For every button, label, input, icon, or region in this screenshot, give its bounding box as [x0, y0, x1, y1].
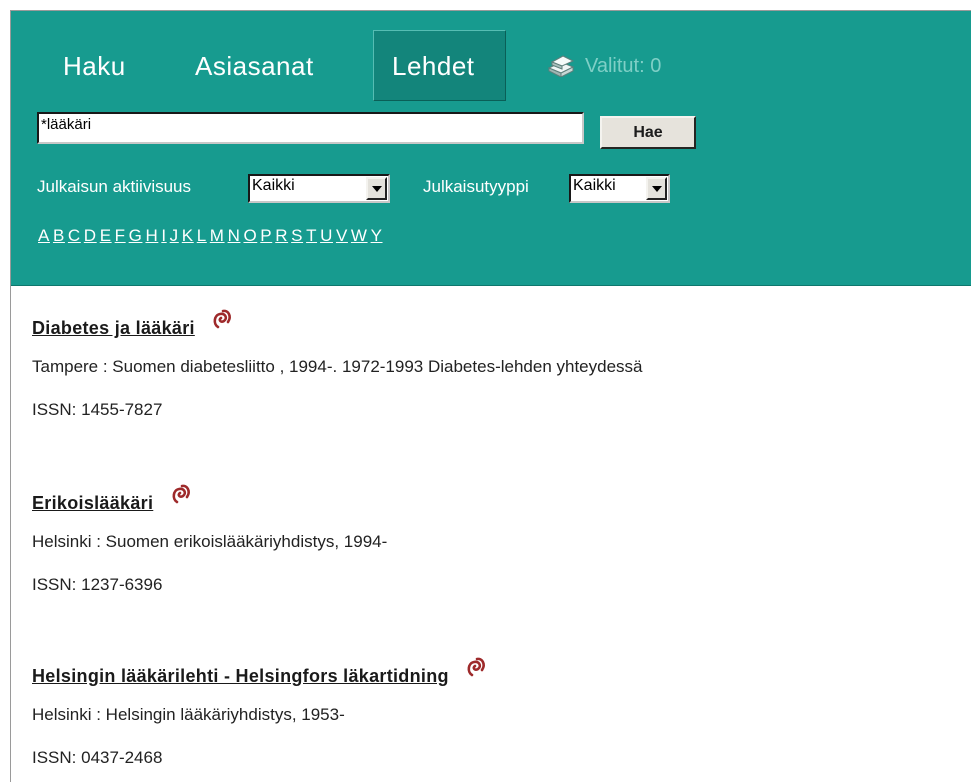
chevron-down-icon[interactable] [366, 177, 387, 200]
alphabet-letter-e[interactable]: E [100, 226, 112, 245]
alphabet-letter-t[interactable]: T [306, 226, 317, 245]
result-title-link[interactable]: Helsingin lääkärilehti - Helsingfors läk… [32, 666, 449, 686]
result-issn: ISSN: 1237-6396 [32, 575, 163, 594]
alphabet-letter-a[interactable]: A [38, 226, 50, 245]
result-publisher: Tampere : Suomen diabetesliitto , 1994-.… [32, 357, 643, 376]
selected-items-link[interactable]: Valitut: 0 [585, 55, 661, 78]
alphabet-letter-g[interactable]: G [129, 226, 143, 245]
alphabet-letter-y[interactable]: Y [371, 226, 383, 245]
result-issn: ISSN: 0437-2468 [32, 748, 163, 767]
alphabet-letter-l[interactable]: L [197, 226, 207, 245]
type-select[interactable]: Kaikki [569, 174, 670, 203]
result-title-link[interactable]: Erikoislääkäri [32, 493, 153, 513]
tab-asiasanat[interactable]: Asiasanat [195, 51, 314, 82]
search-button[interactable]: Hae [600, 116, 696, 149]
result-item: Erikoislääkäri Helsinki : Suomen erikois… [32, 484, 388, 595]
result-item: Diabetes ja lääkäri Tampere : Suomen dia… [32, 309, 643, 420]
link-resolver-icon[interactable] [463, 654, 489, 680]
result-publisher: Helsinki : Helsingin lääkäriyhdistys, 19… [32, 705, 345, 724]
alphabet-letter-u[interactable]: U [320, 226, 333, 245]
search-input[interactable] [37, 112, 584, 144]
alphabet-letter-w[interactable]: W [351, 226, 368, 245]
result-title-link[interactable]: Diabetes ja lääkäri [32, 318, 195, 338]
alphabet-letter-i[interactable]: I [161, 226, 166, 245]
tab-haku[interactable]: Haku [63, 51, 126, 82]
type-select-value: Kaikki [573, 177, 616, 194]
alphabet-letter-m[interactable]: M [210, 226, 225, 245]
type-filter-label: Julkaisutyyppi [423, 177, 529, 196]
tab-lehdet[interactable]: Lehdet [392, 51, 475, 82]
activity-select[interactable]: Kaikki [248, 174, 390, 203]
page-frame: Haku Asiasanat Lehdet Valitut: 0 Hae Jul… [10, 10, 971, 782]
alphabet-letter-p[interactable]: P [260, 226, 272, 245]
books-stack-icon[interactable] [546, 53, 576, 77]
result-item: Helsingin lääkärilehti - Helsingfors läk… [32, 657, 489, 768]
alphabet-letter-r[interactable]: R [275, 226, 288, 245]
alphabet-letter-k[interactable]: K [182, 226, 194, 245]
alphabet-letter-s[interactable]: S [291, 226, 303, 245]
alphabet-index: ABCDEFGHIJKLMNOPRSTUVWY [38, 226, 386, 246]
chevron-down-icon[interactable] [646, 177, 667, 200]
alphabet-letter-c[interactable]: C [68, 226, 81, 245]
activity-filter-label: Julkaisun aktiivisuus [37, 177, 192, 196]
activity-select-value: Kaikki [252, 177, 295, 194]
result-issn: ISSN: 1455-7827 [32, 400, 163, 419]
alphabet-letter-f[interactable]: F [115, 226, 126, 245]
result-publisher: Helsinki : Suomen erikoislääkäriyhdistys… [32, 532, 388, 551]
alphabet-letter-n[interactable]: N [228, 226, 241, 245]
alphabet-letter-o[interactable]: O [243, 226, 257, 245]
alphabet-letter-d[interactable]: D [84, 226, 97, 245]
link-resolver-icon[interactable] [168, 481, 194, 507]
search-header: Haku Asiasanat Lehdet Valitut: 0 Hae Jul… [11, 11, 971, 286]
alphabet-letter-h[interactable]: H [145, 226, 158, 245]
link-resolver-icon[interactable] [209, 306, 235, 332]
alphabet-letter-j[interactable]: J [170, 226, 179, 245]
alphabet-letter-v[interactable]: V [336, 226, 348, 245]
alphabet-letter-b[interactable]: B [53, 226, 65, 245]
